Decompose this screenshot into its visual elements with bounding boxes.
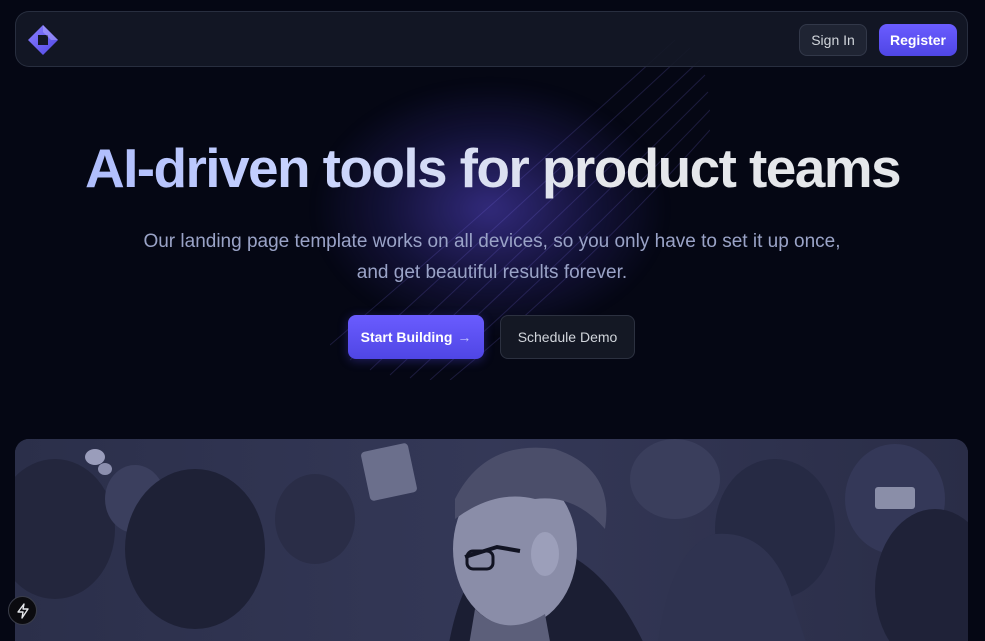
hero-subtitle-line1: Our landing page template works on all d… <box>143 231 841 252</box>
lightning-icon <box>16 602 29 619</box>
hero-subtitle-line2: and get beautiful results forever. <box>356 262 628 283</box>
dev-tools-badge[interactable] <box>8 596 37 625</box>
arrow-right-icon: → <box>457 329 472 345</box>
hero-subtitle: Our landing page template works on all d… <box>92 226 892 288</box>
schedule-demo-button[interactable]: Schedule Demo <box>500 315 635 359</box>
person-with-glasses-photo <box>15 439 968 641</box>
hero-title: AI-driven tools for product teams <box>0 136 985 200</box>
landing-page: Sign In Register AI-driven tools for pro… <box>0 0 985 641</box>
top-navbar: Sign In Register <box>15 11 968 67</box>
hero-photo <box>15 439 968 641</box>
register-button[interactable]: Register <box>879 24 957 56</box>
sign-in-button[interactable]: Sign In <box>799 24 867 56</box>
start-building-button[interactable]: Start Building → <box>348 315 484 359</box>
start-building-label: Start Building <box>360 329 453 345</box>
diamond-logo-icon[interactable] <box>27 24 59 56</box>
